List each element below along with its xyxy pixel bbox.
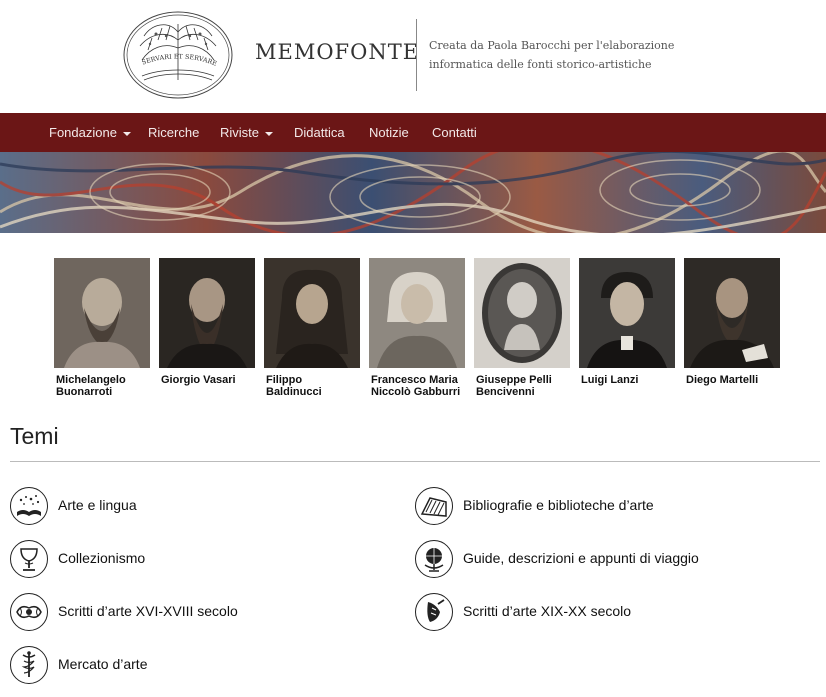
nav-didattica[interactable]: Didattica: [294, 113, 345, 152]
portrait-name-line1: Filippo Baldinucci: [266, 374, 322, 398]
site-header: SERVARI ET SERVARE MEUM EST MEMOFONTE Cr…: [0, 0, 826, 113]
logo-emblem[interactable]: SERVARI ET SERVARE MEUM EST: [122, 10, 234, 100]
portrait-name-line1: Francesco Maria: [371, 374, 458, 386]
nav-label: Contatti: [432, 125, 477, 140]
theme-label: Guide, descrizioni e appunti di viaggio: [463, 550, 699, 566]
portrait-card-gabburri[interactable]: Francesco Maria Niccolò Gabburri: [369, 258, 465, 398]
site-tagline: Creata da Paola Barocchi per l'elaborazi…: [429, 39, 675, 71]
portrait-card-martelli[interactable]: Diego Martelli: [684, 258, 780, 386]
theme-bibliografie[interactable]: Bibliografie e biblioteche d’arte: [415, 487, 805, 527]
portrait-name-line1: Diego Martelli: [686, 374, 759, 386]
nav-label: Notizie: [369, 125, 409, 140]
portrait-martelli-image: [684, 258, 780, 368]
caret-down-icon: [265, 131, 274, 136]
portrait-name-line2: Bencivenni: [476, 386, 535, 398]
nav-ricerche[interactable]: Ricerche: [148, 113, 199, 152]
portrait-vasari-image: [159, 258, 255, 368]
books-icon: [415, 487, 453, 525]
nav-label: Ricerche: [148, 125, 200, 140]
portrait-michelangelo-image: [54, 258, 150, 368]
portrait-name-line2: Buonarroti: [56, 386, 113, 398]
theme-label: Collezionismo: [58, 550, 146, 566]
theme-label: Scritti d’arte XVI-XVIII secolo: [58, 603, 238, 619]
nav-label: Riviste: [220, 125, 260, 140]
hand-pen-icon: [415, 593, 453, 631]
theme-scritti-xvi-xviii[interactable]: Scritti d’arte XVI-XVIII secolo: [10, 593, 340, 633]
theme-arte-e-lingua[interactable]: Arte e lingua: [10, 487, 340, 527]
theme-scritti-xix-xx[interactable]: Scritti d’arte XIX-XX secolo: [415, 593, 805, 633]
caret-down-icon: [122, 131, 131, 136]
caduceus-icon: [10, 646, 48, 684]
portrait-card-baldinucci[interactable]: Filippo Baldinucci: [264, 258, 360, 398]
brand-name[interactable]: MEMOFONTE: [255, 40, 419, 64]
header-divider: [416, 19, 417, 91]
marbled-banner-image: [0, 152, 826, 233]
chalice-icon: [10, 540, 48, 578]
theme-collezionismo[interactable]: Collezionismo: [10, 540, 340, 580]
temi-divider: [10, 461, 820, 462]
theme-mercato[interactable]: Mercato d’arte: [10, 646, 340, 686]
nav-label: Didattica: [294, 125, 345, 140]
portrait-name-line1: Giorgio Vasari: [161, 374, 236, 386]
globe-icon: [415, 540, 453, 578]
portrait-card-michelangelo[interactable]: Michelangelo Buonarroti: [54, 258, 150, 398]
portrait-card-pelli[interactable]: Giuseppe Pelli Bencivenni: [474, 258, 570, 398]
nav-contatti[interactable]: Contatti: [432, 113, 477, 152]
portrait-lanzi-image: [579, 258, 675, 368]
portrait-name-line1: Luigi Lanzi: [581, 374, 639, 386]
portrait-baldinucci-image: [264, 258, 360, 368]
ornament-icon: [10, 593, 48, 631]
portrait-pelli-image: [474, 258, 570, 368]
theme-label: Arte e lingua: [58, 497, 137, 513]
portrait-gabburri-image: [369, 258, 465, 368]
portrait-name-line1: Michelangelo: [56, 374, 126, 386]
theme-guide[interactable]: Guide, descrizioni e appunti di viaggio: [415, 540, 805, 580]
nav-notizie[interactable]: Notizie: [369, 113, 409, 152]
portrait-name-line1: Giuseppe Pelli: [476, 374, 552, 386]
theme-label: Mercato d’arte: [58, 656, 148, 672]
portrait-gallery: Michelangelo Buonarroti Giorgio Vasari Fi…: [0, 258, 826, 408]
nav-riviste[interactable]: Riviste: [220, 113, 274, 152]
nav-fondazione[interactable]: Fondazione: [49, 113, 131, 152]
portrait-card-lanzi[interactable]: Luigi Lanzi: [579, 258, 675, 386]
portrait-name-line2: Niccolò Gabburri: [371, 386, 461, 398]
portrait-card-vasari[interactable]: Giorgio Vasari: [159, 258, 255, 386]
temi-heading: Temi: [10, 423, 59, 449]
book-stars-icon: [10, 487, 48, 525]
theme-label: Scritti d’arte XIX-XX secolo: [463, 603, 632, 619]
theme-label: Bibliografie e biblioteche d’arte: [463, 497, 654, 513]
main-nav: Fondazione Ricerche Riviste Didattica No…: [0, 113, 826, 152]
nav-label: Fondazione: [49, 125, 117, 140]
